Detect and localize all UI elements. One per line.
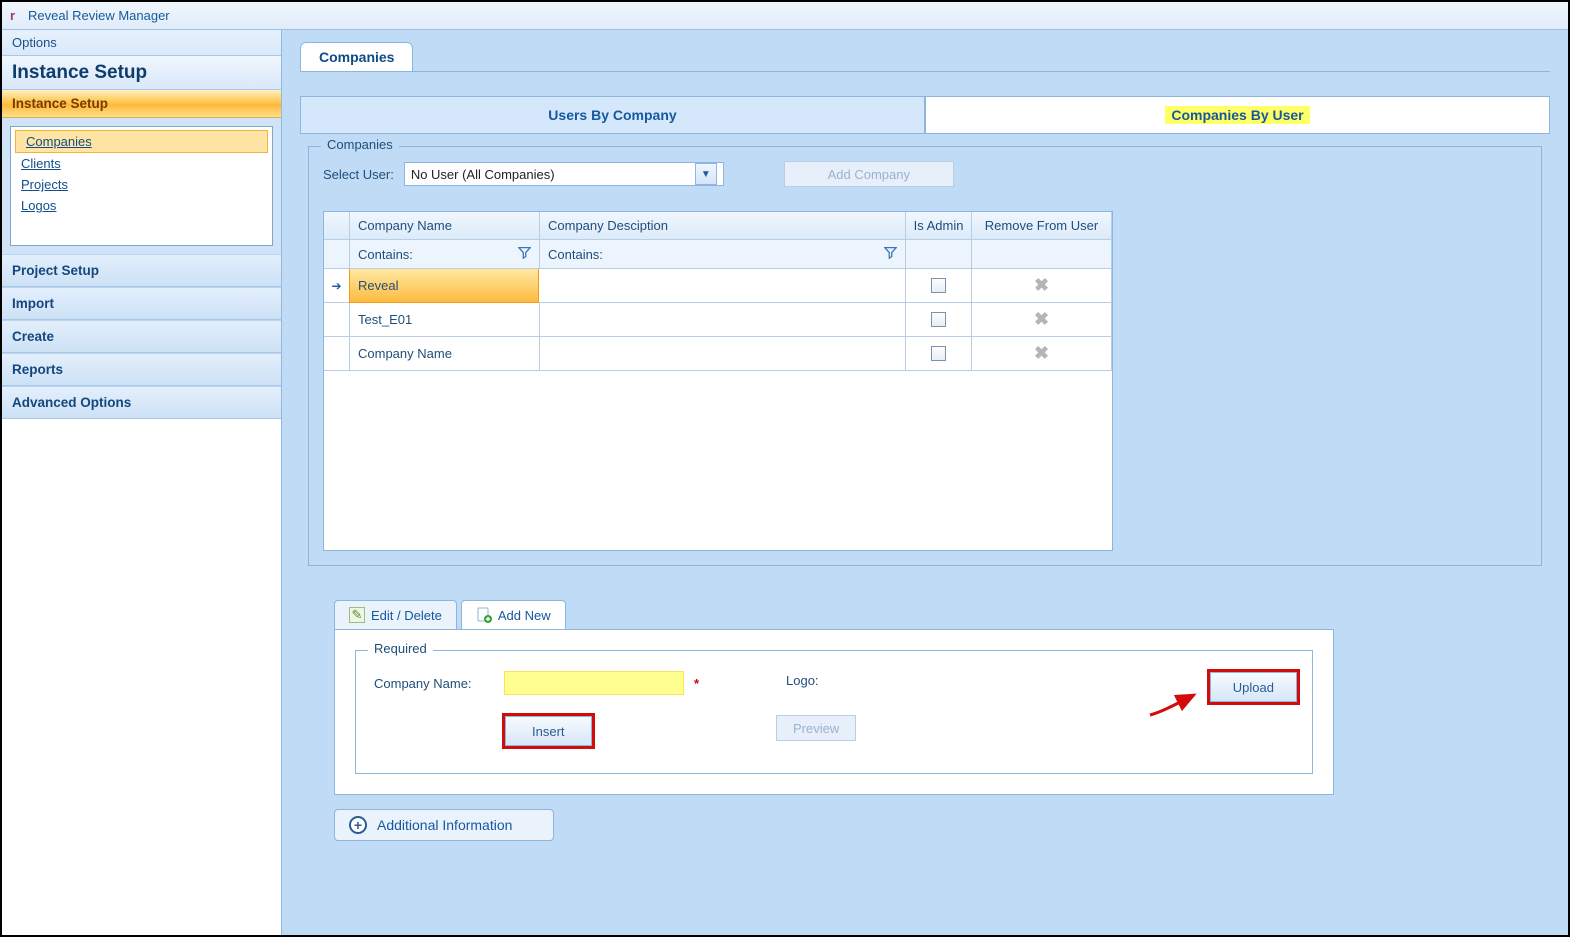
is-admin-checkbox[interactable] (931, 278, 946, 293)
filter-icon (884, 246, 897, 262)
tab-edit-delete[interactable]: ✎ Edit / Delete (334, 600, 457, 629)
add-new-form: Required Company Name: * Insert (334, 629, 1334, 795)
plus-icon: + (349, 816, 367, 834)
edit-icon: ✎ (349, 607, 365, 623)
cell-company-name: Test_E01 (350, 303, 540, 336)
upload-highlight-box: Upload (1207, 669, 1300, 705)
sidebar-item-logos[interactable]: Logos (11, 195, 272, 216)
sidebar-item-clients[interactable]: Clients (11, 153, 272, 174)
sidebar-group-project-setup[interactable]: Project Setup (2, 254, 281, 287)
window-title: Reveal Review Manager (28, 8, 170, 23)
required-legend: Required (368, 641, 433, 656)
inner-tabs: Users By Company Companies By User (300, 96, 1550, 134)
tab-users-by-company[interactable]: Users By Company (300, 96, 925, 133)
select-user-value: No User (All Companies) (411, 167, 555, 182)
required-star-icon: * (694, 676, 699, 691)
grid-header: Company Name Company Desciption Is Admin… (324, 212, 1112, 240)
preview-button[interactable]: Preview (776, 715, 856, 741)
table-row[interactable]: ➔ Reveal ✖ (324, 269, 1112, 303)
content-area: Companies Users By Company Companies By … (282, 30, 1568, 935)
grid-filter-desc[interactable]: Contains: (540, 240, 906, 268)
company-name-input[interactable] (504, 671, 684, 695)
sidebar-active-header[interactable]: Instance Setup (2, 90, 281, 118)
sidebar-item-companies[interactable]: Companies (15, 130, 268, 153)
arrow-icon (1146, 689, 1202, 719)
cell-company-name: Reveal (349, 269, 539, 303)
insert-button[interactable]: Insert (505, 716, 592, 746)
sidebar-group-import[interactable]: Import (2, 287, 281, 320)
remove-icon[interactable]: ✖ (1034, 343, 1049, 364)
companies-fieldset: Companies Select User: No User (All Comp… (308, 146, 1542, 566)
additional-information-button[interactable]: + Additional Information (334, 809, 554, 841)
titlebar: r Reveal Review Manager (2, 2, 1568, 30)
sidebar-group-advanced-options[interactable]: Advanced Options (2, 386, 281, 419)
table-row[interactable]: Company Name ✖ (324, 337, 1112, 371)
grid-header-remove[interactable]: Remove From User (972, 212, 1112, 239)
select-user-combo[interactable]: No User (All Companies) ▼ (404, 162, 724, 186)
tab-add-new[interactable]: Add New (461, 600, 566, 629)
insert-highlight-box: Insert (502, 713, 595, 749)
company-name-label: Company Name: (374, 676, 494, 691)
grid-header-indicator (324, 212, 350, 239)
grid-header-desc[interactable]: Company Desciption (540, 212, 906, 239)
lower-tabs: ✎ Edit / Delete Add New (334, 600, 1542, 629)
tab-users-by-company-label: Users By Company (548, 107, 676, 123)
is-admin-checkbox[interactable] (931, 346, 946, 361)
table-row[interactable]: Test_E01 ✖ (324, 303, 1112, 337)
grid-filter-row: Contains: Contains: (324, 240, 1112, 269)
select-user-label: Select User: (323, 167, 394, 182)
sidebar-group-create[interactable]: Create (2, 320, 281, 353)
chevron-down-icon: ▼ (695, 163, 717, 185)
upload-button[interactable]: Upload (1210, 672, 1297, 702)
filter-icon (518, 246, 531, 262)
sidebar: Options Instance Setup Instance Setup Co… (2, 30, 282, 935)
sidebar-list: Companies Clients Projects Logos (10, 126, 273, 246)
cell-company-name: Company Name (350, 337, 540, 370)
sidebar-item-projects[interactable]: Projects (11, 174, 272, 195)
sidebar-section-title: Instance Setup (2, 56, 281, 90)
companies-grid: Company Name Company Desciption Is Admin… (323, 211, 1113, 551)
required-fieldset: Required Company Name: * Insert (355, 650, 1313, 774)
grid-header-name[interactable]: Company Name (350, 212, 540, 239)
tab-companies-by-user[interactable]: Companies By User (925, 96, 1550, 133)
remove-icon[interactable]: ✖ (1034, 309, 1049, 330)
row-indicator-icon: ➔ (331, 279, 341, 293)
grid-body: ➔ Reveal ✖ Test_E01 ✖ (324, 269, 1112, 550)
tab-companies-by-user-label: Companies By User (1165, 106, 1309, 124)
sidebar-options[interactable]: Options (2, 30, 281, 56)
additional-information-label: Additional Information (377, 817, 512, 833)
is-admin-checkbox[interactable] (931, 312, 946, 327)
grid-filter-name[interactable]: Contains: (350, 240, 540, 268)
tab-add-new-label: Add New (498, 608, 551, 623)
cell-company-desc (540, 303, 906, 336)
sidebar-empty (2, 419, 281, 935)
grid-header-admin[interactable]: Is Admin (906, 212, 972, 239)
cell-company-desc (540, 337, 906, 370)
cell-company-desc (538, 269, 906, 302)
remove-icon[interactable]: ✖ (1034, 275, 1049, 296)
companies-legend: Companies (321, 137, 399, 152)
add-icon (476, 607, 492, 623)
logo-label: Logo: (786, 673, 819, 688)
top-tab-companies[interactable]: Companies (300, 42, 413, 71)
additional-information: + Additional Information (334, 809, 554, 841)
app-logo-icon: r (10, 10, 22, 22)
add-company-button[interactable]: Add Company (784, 161, 954, 187)
sidebar-group-reports[interactable]: Reports (2, 353, 281, 386)
tab-edit-delete-label: Edit / Delete (371, 608, 442, 623)
